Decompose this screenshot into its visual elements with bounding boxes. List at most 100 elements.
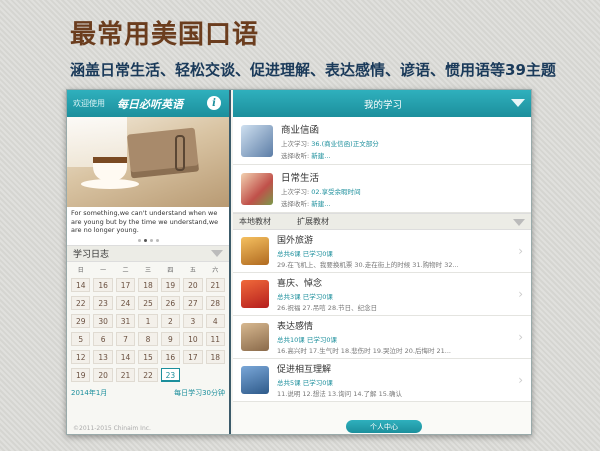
understanding-thumbnail — [241, 366, 269, 394]
photo-box — [126, 127, 200, 179]
chevron-right-icon[interactable]: › — [518, 244, 523, 258]
daily-photo[interactable] — [67, 117, 229, 207]
daily-quote: For something,we can't understand when w… — [67, 207, 229, 235]
calendar-day[interactable]: 10 — [183, 332, 203, 346]
last-study-link[interactable]: 36.(商业信函)正文部分 — [311, 140, 378, 148]
calendar-day[interactable]: 6 — [93, 332, 113, 346]
carousel-dot[interactable] — [143, 238, 147, 242]
course-name: 促进相互理解 — [277, 365, 332, 375]
tab-extended-materials[interactable]: 扩展教材 — [297, 216, 329, 227]
carousel-dots[interactable] — [67, 235, 229, 245]
calendar-day[interactable]: 8 — [138, 332, 158, 346]
course-name: 喜庆、悼念 — [277, 279, 323, 289]
calendar-day[interactable]: 25 — [138, 296, 158, 310]
info-icon[interactable]: i — [207, 96, 221, 110]
new-playlist-link[interactable]: 新建... — [311, 152, 330, 160]
calendar-day[interactable]: 14 — [71, 278, 91, 292]
calendar-day[interactable]: 21 — [205, 278, 225, 292]
calendar-day[interactable]: 9 — [160, 332, 181, 346]
app-screen: 欢迎使用 每日必听英语 i For something,we can't und… — [66, 89, 532, 435]
chevron-down-icon[interactable] — [511, 99, 525, 107]
calendar-day[interactable]: 13 — [93, 350, 113, 364]
calendar-week: 12 13 14 15 16 17 18 — [71, 350, 225, 364]
select-listen-label: 选择收听: — [281, 199, 310, 208]
calendar-day[interactable]: 23 — [160, 368, 181, 382]
course-item[interactable]: 国外旅游 总共6课 已学习0课 29.在飞机上、我要换机票 30.走在街上的时候… — [233, 230, 531, 273]
course-lessons: 29.在飞机上、我要换机票 30.走在街上的时候 31.购物时 32... — [277, 261, 459, 269]
calendar-day[interactable]: 22 — [71, 296, 91, 310]
welcome-text: 欢迎使用 — [73, 99, 105, 108]
calendar-day[interactable]: 29 — [71, 314, 91, 328]
calendar-day[interactable]: 18 — [138, 278, 158, 292]
calendar-day[interactable]: 4 — [205, 314, 225, 328]
calendar-day[interactable]: 22 — [138, 368, 158, 382]
course-item[interactable]: 促进相互理解 总共5课 已学习0课 11.说明 12.想法 13.询问 14.了… — [233, 359, 531, 402]
material-tabs: 本地教材 扩展教材 — [233, 213, 531, 230]
last-study-link[interactable]: 02.享受余暇时间 — [311, 188, 360, 196]
course-lessons: 11.说明 12.想法 13.询问 14.了解 15.确认 — [277, 390, 402, 398]
calendar-day[interactable]: 16 — [160, 350, 181, 364]
calendar-day[interactable]: 18 — [205, 350, 225, 364]
carousel-dot[interactable] — [137, 238, 141, 242]
carousel-dot[interactable] — [149, 238, 153, 242]
photo-glasses — [175, 135, 185, 171]
business-letter-thumbnail — [241, 124, 273, 157]
calendar-day[interactable]: 20 — [183, 278, 203, 292]
chevron-right-icon[interactable]: › — [518, 330, 523, 344]
calendar-day[interactable]: 28 — [205, 296, 225, 310]
calendar-day[interactable]: 19 — [71, 368, 91, 382]
calendar-day[interactable]: 11 — [205, 332, 225, 346]
study-item[interactable]: 商业信函 上次学习: 36.(商业信函)正文部分 选择收听: 新建... — [233, 117, 531, 165]
calendar-day[interactable]: 17 — [183, 350, 203, 364]
daily-study-goal[interactable]: 每日学习30分钟 — [174, 388, 225, 398]
calendar-day[interactable]: 12 — [71, 350, 91, 364]
calendar-day[interactable]: 2 — [160, 314, 181, 328]
daily-life-thumbnail — [241, 172, 273, 205]
promo-subtitle: 涵盖日常生活、轻松交谈、促进理解、表达感情、谚语、惯用语等39主题 — [70, 61, 556, 79]
chevron-down-icon[interactable] — [513, 219, 525, 226]
calendar-day[interactable]: 17 — [115, 278, 136, 292]
calendar-week: 22 23 24 25 26 27 28 — [71, 296, 225, 310]
new-playlist-link[interactable]: 新建... — [311, 200, 330, 208]
calendar-day[interactable]: 14 — [115, 350, 136, 364]
promo-title: 最常用美国口语 — [70, 20, 260, 50]
calendar-day[interactable]: 23 — [93, 296, 113, 310]
calendar-day[interactable]: 21 — [115, 368, 136, 382]
calendar-day[interactable]: 19 — [160, 278, 181, 292]
copyright: ©2011-2015 Chinaim Inc. — [73, 425, 151, 432]
left-panel: 欢迎使用 每日必听英语 i For something,we can't und… — [67, 90, 231, 434]
photo-cup — [93, 157, 127, 181]
calendar-day[interactable]: 30 — [93, 314, 113, 328]
course-progress: 总共5课 已学习0课 — [277, 379, 333, 387]
course-item[interactable]: 喜庆、悼念 总共3课 已学习0课 26.祝福 27.吊唁 28.节日、纪念日 › — [233, 273, 531, 316]
calendar-day[interactable]: 20 — [93, 368, 113, 382]
study-item-name: 日常生活 — [281, 172, 320, 184]
calendar-footer: 2014年1月 每日学习30分钟 — [67, 382, 229, 398]
chevron-right-icon[interactable]: › — [518, 373, 523, 387]
calendar: 日一二三四五六 14 16 17 18 19 20 21 22 23 24 25 26 27 28 29 30… — [67, 262, 229, 382]
calendar-day[interactable]: 26 — [160, 296, 181, 310]
personal-center-button[interactable]: 个人中心 — [346, 420, 422, 433]
calendar-day[interactable]: 5 — [71, 332, 91, 346]
course-item[interactable]: 表达感情 总共10课 已学习0课 16.高兴时 17.生气时 18.悲伤时 19… — [233, 316, 531, 359]
calendar-day[interactable]: 1 — [138, 314, 158, 328]
course-lessons: 26.祝福 27.吊唁 28.节日、纪念日 — [277, 304, 378, 312]
chevron-right-icon[interactable]: › — [518, 287, 523, 301]
study-item[interactable]: 日常生活 上次学习: 02.享受余暇时间 选择收听: 新建... — [233, 165, 531, 213]
calendar-day[interactable]: 3 — [183, 314, 203, 328]
calendar-day[interactable]: 7 — [115, 332, 136, 346]
calendar-week: 14 16 17 18 19 20 21 — [71, 278, 225, 292]
study-item-name: 商业信函 — [281, 124, 320, 136]
tab-local-materials[interactable]: 本地教材 — [239, 216, 271, 227]
carousel-dot[interactable] — [155, 238, 159, 242]
calendar-day[interactable]: 31 — [115, 314, 136, 328]
calendar-day[interactable]: 27 — [183, 296, 203, 310]
calendar-day[interactable]: 24 — [115, 296, 136, 310]
my-study-title: 我的学习 — [363, 99, 402, 111]
calendar-week: 5 6 7 8 9 10 11 — [71, 332, 225, 346]
study-log-header[interactable]: 学习日志 — [67, 245, 229, 262]
calendar-month: 2014年1月 — [71, 389, 108, 397]
calendar-day[interactable]: 16 — [93, 278, 113, 292]
chevron-down-icon[interactable] — [211, 250, 223, 257]
calendar-day[interactable]: 15 — [138, 350, 158, 364]
